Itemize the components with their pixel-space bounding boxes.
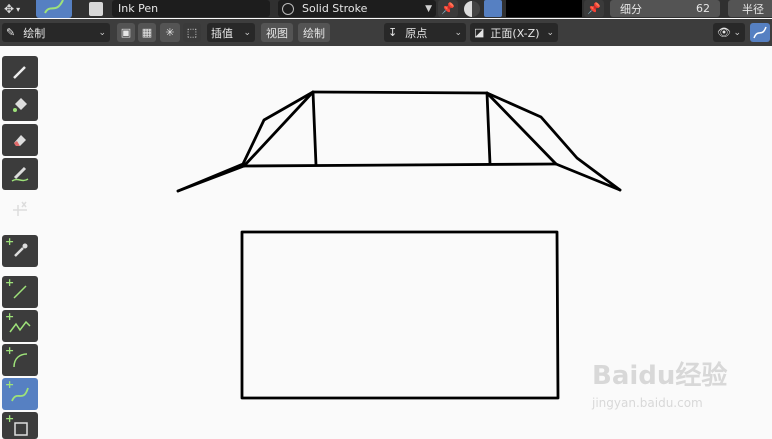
arch-right-mid-stroke [485, 91, 492, 166]
gizmo-menu-icon[interactable]: ✥ ▾ [4, 1, 32, 17]
material-sphere-icon [282, 2, 294, 15]
chevron-down-icon: ⌄ [733, 27, 741, 38]
mode-dropdown[interactable]: ✎ 绘制 ⌄ [2, 23, 110, 42]
pin-icon[interactable]: 📌 [438, 0, 458, 17]
arch-left-mid-stroke [311, 90, 318, 167]
curve-icon[interactable]: + [2, 378, 38, 410]
stroke-placement-icon[interactable]: ▣ [117, 23, 135, 42]
color-mode-icon[interactable] [464, 1, 480, 17]
polyline-icon[interactable]: + [2, 310, 38, 342]
watermark-url: jingyan.baidu.com [592, 396, 703, 410]
add-plus-icon: + [5, 276, 15, 289]
add-plus-icon: + [5, 378, 15, 391]
brush-name-field[interactable]: Ink Pen [112, 0, 270, 17]
radius-field[interactable]: 半径 [728, 0, 772, 17]
arch-right-outer-stroke [485, 91, 622, 192]
interpolate-dropdown[interactable]: 插值 ⌄ [207, 23, 255, 42]
vertex-color-icon[interactable] [484, 0, 502, 17]
line-icon[interactable]: + [2, 276, 38, 308]
plane-label: 正面(X-Z) [490, 26, 540, 40]
subdivide-label: 细分 [620, 2, 642, 16]
view-label: 视图 [266, 26, 288, 40]
cutter-scissors-icon[interactable] [2, 192, 38, 224]
draw-pencil-icon[interactable] [2, 56, 38, 88]
box-stroke [240, 230, 560, 400]
watermark-brand: Baidu经验 [592, 361, 728, 391]
origin-dropdown[interactable]: ↧ 原点 ⌄ [384, 23, 466, 42]
color-swatch[interactable] [506, 0, 582, 17]
add-plus-icon: + [5, 235, 15, 248]
chevron-down-icon: ⌄ [243, 27, 251, 38]
eyedropper-icon[interactable]: + [2, 235, 38, 267]
pin-icon-2[interactable]: 📌 [584, 0, 604, 17]
chevron-down-icon: ⌄ [546, 27, 554, 38]
arc-icon[interactable]: + [2, 344, 38, 376]
box-icon[interactable]: + [2, 412, 38, 439]
draw-label: 绘制 [303, 26, 325, 40]
curve-toggle-icon[interactable] [750, 23, 770, 42]
arch-right-base-stroke [554, 162, 622, 192]
chevron-down-icon: ▼ [425, 3, 432, 14]
arch-right-inner-stroke [485, 91, 558, 166]
add-plus-icon: + [5, 344, 15, 357]
add-plus-icon: + [5, 310, 15, 323]
view-menu[interactable]: 视图 [261, 23, 293, 42]
chevron-down-icon: ⌄ [454, 27, 462, 38]
material-selector[interactable]: Solid Stroke ▼ [278, 0, 436, 17]
add-plus-icon: + [5, 412, 15, 425]
watermark-logo: Baidu经验 jingyan.baidu.com [592, 355, 732, 415]
material-name: Solid Stroke [302, 2, 368, 15]
arch-bottom-stroke [242, 162, 558, 168]
brush-name: Ink Pen [118, 2, 159, 15]
arch-top-stroke [311, 90, 489, 95]
arch-left-base-stroke [176, 164, 246, 193]
arch-left-inner-stroke [242, 90, 315, 168]
draw-menu[interactable]: 绘制 [298, 23, 330, 42]
eye-icon: 👁 [717, 26, 731, 39]
plane-dropdown[interactable]: ◪ 正面(X-Z) ⌄ [470, 23, 558, 42]
visibility-dropdown[interactable]: 👁 ⌄ [713, 23, 745, 42]
chevron-down-icon: ⌄ [98, 27, 106, 38]
brush-icon[interactable] [89, 2, 103, 16]
subdivide-slider[interactable]: 细分 62 [610, 0, 720, 17]
mode-pencil-icon: ✎ [6, 26, 16, 39]
snap-icon[interactable]: ✳ [160, 23, 180, 42]
guides-icon[interactable]: ▦ [138, 23, 156, 42]
axis-icon: ↧ [388, 26, 398, 39]
subdivide-value: 62 [696, 2, 710, 15]
tint-brush-icon[interactable] [2, 158, 38, 190]
plane-icon: ◪ [474, 26, 485, 39]
origin-label: 原点 [405, 26, 428, 40]
arch-left-outer-stroke [176, 90, 315, 193]
interpolate-label: 插值 [211, 26, 233, 40]
radius-label: 半径 [742, 2, 764, 16]
autoline-icon[interactable]: ⬚ [183, 23, 201, 42]
mode-label: 绘制 [23, 26, 46, 40]
fill-bucket-icon[interactable] [2, 89, 38, 121]
left-toolbar: + + + + + + [0, 46, 40, 439]
eraser-icon[interactable] [2, 124, 38, 156]
active-tool-header-icon[interactable] [36, 0, 72, 18]
